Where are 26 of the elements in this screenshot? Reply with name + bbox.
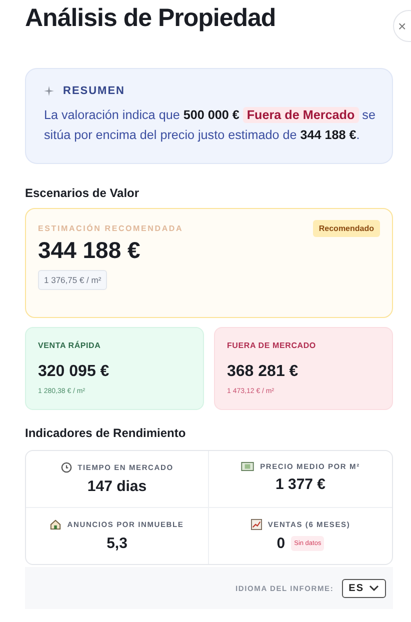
summary-heading: RESUMEN [63, 85, 126, 97]
summary-text: La valoración indica que 500 000 € Fuera de Mercado se sitúa por encima del precio justo estimado de 344 188 €. [44, 106, 376, 144]
chart-icon [250, 519, 262, 530]
status-tag: Fuera de Mercado [242, 107, 359, 123]
indicator-value: 1 377 € [275, 476, 326, 493]
language-select[interactable]: ES [342, 578, 386, 598]
scenario-value: 368 281 € [227, 363, 300, 381]
close-button[interactable]: × [393, 10, 411, 42]
card-label: ESTIMACIÓN RECOMENDADA [38, 224, 184, 233]
clock-icon [60, 462, 72, 473]
scenario-value: 320 095 € [38, 363, 110, 381]
price-per-m2-chip: 1 376,75 € / m² [38, 270, 108, 290]
card-label: VENTA RÁPIDA [38, 341, 102, 350]
chevron-down-icon [369, 585, 379, 591]
sparkle-icon [44, 86, 54, 96]
section-heading: Escenarios de Valor [25, 186, 140, 200]
section-heading: Indicadores de Rendimiento [25, 426, 187, 440]
banknote-icon [241, 462, 254, 471]
indicator-value: 147 dias [87, 478, 147, 495]
indicator-value: 5,3 [106, 535, 128, 552]
house-icon [50, 519, 62, 530]
page-title: Análisis de Propiedad [25, 4, 276, 33]
recommended-badge: Recomendado [312, 220, 380, 237]
card-label: FUERA DE MERCADO [227, 341, 317, 350]
indicator-value: 0 [276, 535, 286, 552]
estimate-value: 344 188 € [38, 237, 142, 264]
